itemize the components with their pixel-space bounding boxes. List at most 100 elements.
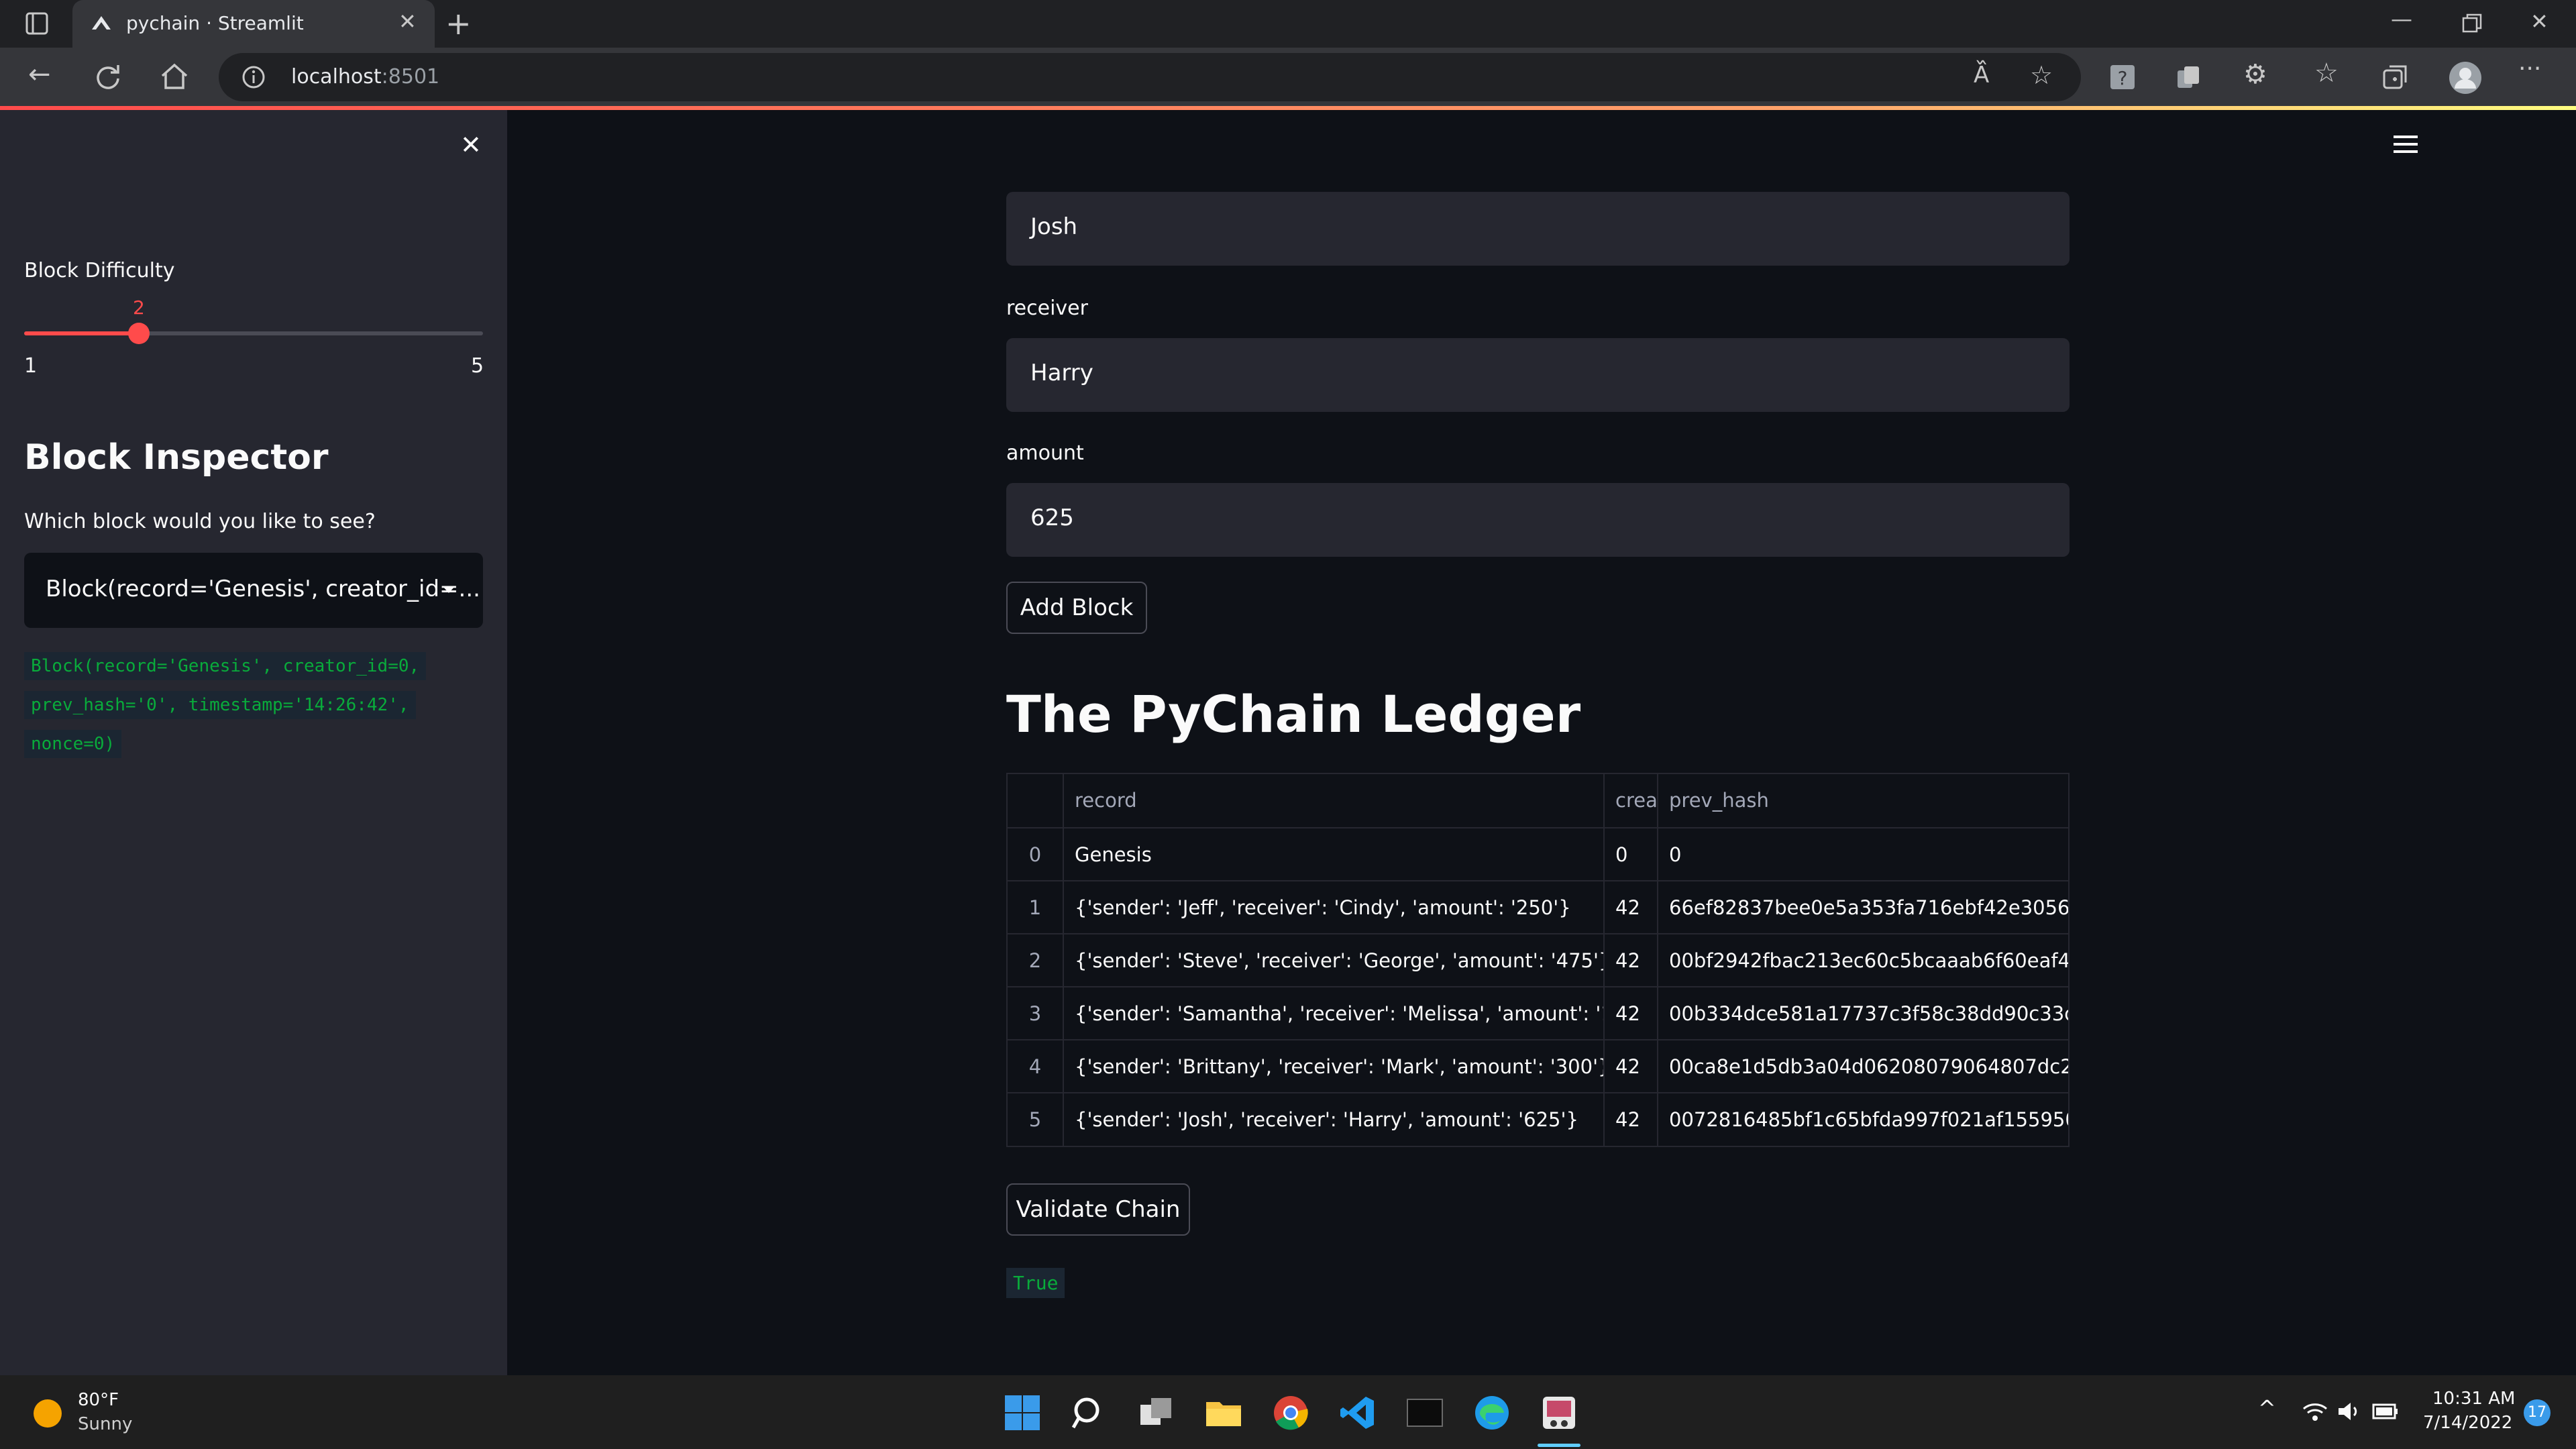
- windows-taskbar: 80°F Sunny ^ 10:31 AM 7/14/2022 17: [0, 1375, 2576, 1449]
- slider-thumb[interactable]: [128, 323, 150, 344]
- code-line: Block(record='Genesis', creator_id=0,: [24, 652, 427, 680]
- prev-hash-cell[interactable]: 00ca8e1d5db3a04d06208079064807dc21a7e1: [1657, 1040, 2068, 1093]
- creator-cell[interactable]: 42: [1603, 881, 1657, 934]
- search-icon[interactable]: [1071, 1394, 1108, 1432]
- back-icon[interactable]: ←: [28, 61, 51, 88]
- table-row[interactable]: 2 {'sender': 'Steve', 'receiver': 'George…: [1008, 933, 2068, 987]
- weather-sun-icon[interactable]: [32, 1398, 63, 1429]
- extension-help-icon[interactable]: ?: [2109, 64, 2136, 91]
- window-close-icon[interactable]: ✕: [2530, 11, 2548, 32]
- site-info-icon[interactable]: [241, 65, 266, 89]
- record-cell[interactable]: {'sender': 'Brittany', 'receiver': 'Mark…: [1063, 1040, 1603, 1093]
- browser-tab[interactable]: pychain · Streamlit ✕: [72, 0, 435, 48]
- slider-label: Block Difficulty: [24, 259, 175, 282]
- chrome-icon[interactable]: [1272, 1394, 1309, 1432]
- minimize-icon[interactable]: —: [2391, 8, 2412, 30]
- hamburger-menu-icon[interactable]: [2394, 134, 2418, 154]
- add-block-button[interactable]: Add Block: [1006, 582, 1147, 634]
- receiver-input[interactable]: Harry: [1006, 338, 2070, 412]
- row-index-cell[interactable]: 1: [1008, 881, 1063, 934]
- prev-hash-cell[interactable]: 66ef82837bee0e5a353fa716ebf42e3056ab4cf0: [1657, 881, 2068, 934]
- table-row[interactable]: 4 {'sender': 'Brittany', 'receiver': 'Mar…: [1008, 1039, 2068, 1093]
- extensions-icon[interactable]: ⚙: [2243, 61, 2267, 88]
- slider-track[interactable]: [24, 323, 483, 344]
- prev-hash-cell[interactable]: 00b334dce581a17737c3f58c38dd90c33c13961: [1657, 987, 2068, 1040]
- creator-cell[interactable]: 42: [1603, 987, 1657, 1040]
- record-cell[interactable]: {'sender': 'Josh', 'receiver': 'Harry', …: [1063, 1093, 1603, 1146]
- browser-menu-icon[interactable]: ···: [2518, 57, 2541, 81]
- table-row[interactable]: 0 Genesis 0 0: [1008, 827, 2068, 881]
- favorites-icon[interactable]: ☆: [2314, 60, 2339, 87]
- terminal-icon[interactable]: [1406, 1394, 1444, 1432]
- slider-value: 2: [133, 297, 145, 319]
- prev-hash-cell[interactable]: 0: [1657, 828, 2068, 881]
- chevron-down-icon: [443, 586, 455, 593]
- record-cell[interactable]: {'sender': 'Jeff', 'receiver': 'Cindy', …: [1063, 881, 1603, 934]
- record-cell[interactable]: {'sender': 'Samantha', 'receiver': 'Meli…: [1063, 987, 1603, 1040]
- row-index-cell[interactable]: 3: [1008, 987, 1063, 1040]
- task-view-icon[interactable]: [1138, 1394, 1175, 1432]
- windows-start-icon[interactable]: [1004, 1394, 1041, 1432]
- address-bar[interactable]: localhost:8501 A᷈ ☆: [219, 53, 2081, 101]
- slider-max-label: 5: [471, 354, 484, 378]
- table-row[interactable]: 3 {'sender': 'Samantha', 'receiver': 'Mel…: [1008, 986, 2068, 1040]
- sidebar: ✕ Block Difficulty 2 1 5 Block Inspector…: [0, 110, 507, 1375]
- sidebar-close-icon[interactable]: ✕: [460, 130, 482, 160]
- sender-input-value: Josh: [1030, 213, 1078, 240]
- notification-badge[interactable]: 17: [2524, 1399, 2551, 1426]
- add-favorite-icon[interactable]: ☆: [2030, 62, 2053, 88]
- edge-icon[interactable]: [1473, 1394, 1511, 1432]
- row-index-cell[interactable]: 4: [1008, 1040, 1063, 1093]
- profile-avatar-icon[interactable]: [2449, 61, 2482, 95]
- reload-icon[interactable]: [94, 62, 122, 91]
- column-header[interactable]: prev_hash: [1657, 774, 2068, 827]
- row-index-cell[interactable]: 2: [1008, 934, 1063, 987]
- creator-cell[interactable]: 42: [1603, 1040, 1657, 1093]
- url-host: localhost: [291, 65, 382, 89]
- validate-chain-button[interactable]: Validate Chain: [1006, 1183, 1190, 1236]
- snipping-tool-icon[interactable]: [1540, 1394, 1578, 1432]
- column-header[interactable]: record: [1063, 774, 1603, 827]
- read-aloud-icon[interactable]: A᷈: [1974, 64, 1989, 87]
- home-icon[interactable]: [160, 62, 189, 91]
- block-select[interactable]: Block(record='Genesis', creator_id=...: [24, 553, 483, 628]
- creator-cell[interactable]: 0: [1603, 828, 1657, 881]
- amount-input[interactable]: 625: [1006, 483, 2070, 557]
- wifi-icon[interactable]: [2302, 1401, 2328, 1422]
- clock-time[interactable]: 10:31 AM: [2432, 1389, 2515, 1409]
- record-cell[interactable]: {'sender': 'Steve', 'receiver': 'George'…: [1063, 934, 1603, 987]
- volume-icon[interactable]: [2337, 1401, 2363, 1422]
- amount-input-value: 625: [1030, 504, 1074, 531]
- extension-copy-icon[interactable]: [2175, 64, 2202, 91]
- slider-min-label: 1: [24, 354, 38, 378]
- amount-label: amount: [1006, 441, 1084, 465]
- weather-condition: Sunny: [78, 1414, 133, 1434]
- url-text: localhost:8501: [291, 65, 439, 89]
- column-header[interactable]: creat: [1603, 774, 1657, 827]
- active-app-indicator: [1538, 1444, 1580, 1447]
- collections-icon[interactable]: [2381, 64, 2408, 91]
- tab-close-icon[interactable]: ✕: [398, 11, 417, 32]
- vscode-icon[interactable]: [1339, 1394, 1377, 1432]
- file-explorer-icon[interactable]: [1205, 1394, 1242, 1432]
- prev-hash-cell[interactable]: 0072816485bf1c65bfda997f021af155950f2dc1: [1657, 1093, 2068, 1146]
- sender-input[interactable]: Josh: [1006, 192, 2070, 266]
- url-port: :8501: [381, 65, 440, 89]
- new-tab-button[interactable]: +: [445, 8, 472, 39]
- table-row[interactable]: 1 {'sender': 'Jeff', 'receiver': 'Cindy',…: [1008, 880, 2068, 934]
- code-line: nonce=0): [24, 730, 122, 758]
- validation-result: True: [1006, 1268, 1065, 1298]
- table-row[interactable]: 5 {'sender': 'Josh', 'receiver': 'Harry',…: [1008, 1092, 2068, 1146]
- tab-actions-icon[interactable]: [25, 12, 48, 35]
- ledger-table[interactable]: record creat prev_hash 0Genesis001{'send…: [1006, 773, 2070, 1147]
- prev-hash-cell[interactable]: 00bf2942fbac213ec60c5bcaaab6f60eaf4e5806: [1657, 934, 2068, 987]
- battery-icon[interactable]: [2372, 1402, 2399, 1421]
- creator-cell[interactable]: 42: [1603, 934, 1657, 987]
- record-cell[interactable]: Genesis: [1063, 828, 1603, 881]
- row-index-cell[interactable]: 5: [1008, 1093, 1063, 1146]
- show-hidden-icons-icon[interactable]: ^: [2258, 1395, 2276, 1421]
- restore-icon[interactable]: [2462, 13, 2482, 34]
- creator-cell[interactable]: 42: [1603, 1093, 1657, 1146]
- row-index-cell[interactable]: 0: [1008, 828, 1063, 881]
- clock-date[interactable]: 7/14/2022: [2423, 1413, 2512, 1433]
